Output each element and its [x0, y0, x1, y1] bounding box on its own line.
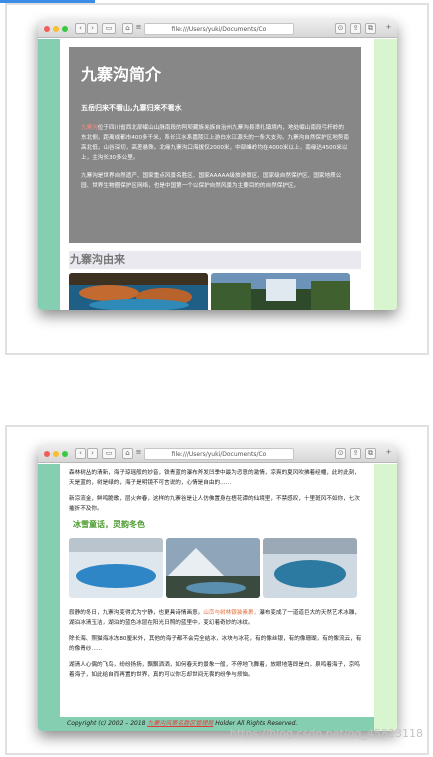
winter-paragraph-start: 寂静的冬日，九寨沟变得尤为宁静，也更具诗情画意。 — [69, 610, 204, 616]
new-tab-icon[interactable]: + — [384, 448, 393, 459]
intro-hero: 九寨沟简介 五岳归来不看山,九寨归来不看水 九寨沟位于四川省西北部岷山山脉南段的… — [69, 47, 361, 243]
download-icon[interactable]: ⊙ — [335, 23, 346, 34]
new-tab-icon[interactable]: + — [384, 23, 393, 34]
intro-paragraph-1: 九寨沟位于四川省西北部岷山山脉南段的阿坝藏族羌族自治州九寨沟县漳扎镇境内，地处岷… — [81, 123, 349, 163]
download-icon[interactable]: ⊙ — [335, 448, 346, 459]
zoom-dot-icon[interactable] — [62, 26, 68, 32]
intro-paragraph-2: 九寨沟是世界自然遗产、国家重点风景名胜区、国家AAAAA级旅游景区、国家级自然保… — [81, 173, 342, 189]
summary-paragraph: 森林树丛的清新，海子琼瑶般的妙音，铁青蓝的瀑布斧发凹季中最为恣意的激情，凉爽的夏… — [69, 470, 360, 486]
snow-forest-photo — [166, 538, 260, 598]
footer-link[interactable]: 九寨沟风景名胜区管理局 — [147, 720, 213, 727]
tabs-icon[interactable]: ⧉ — [365, 23, 376, 34]
minimize-dot-icon[interactable] — [53, 451, 59, 457]
snow-paragraph: 湖清人心偶的飞鸟，纷纷扬扬，飘飘洒洒，如何春天的景象一般，不停地飞舞着，放眼地落… — [69, 662, 360, 678]
share-icon[interactable]: ⇪ — [350, 448, 361, 459]
home-icon[interactable]: ⌂ — [122, 23, 133, 34]
forward-button[interactable]: › — [87, 448, 98, 459]
article-content: 森林树丛的清新，海子琼瑶般的妙音，铁青蓝的瀑布斧发凹季中最为恣意的激情，凉爽的夏… — [69, 468, 365, 686]
intro-paragraph-1-text: 位于四川省西北部岷山山脉南段的阿坝藏族羌族自治州九寨沟县漳扎镇境内，地处岷山南段… — [81, 125, 349, 161]
screenshot-frame-2: ‹ › ▭ ⌂ ≡ file:///Users/yuki/Documents/C… — [5, 425, 429, 755]
browser-window-2: ‹ › ▭ ⌂ ≡ file:///Users/yuki/Documents/C… — [38, 445, 397, 731]
browser-titlebar: ‹ › ▭ ⌂ ≡ file:///Users/yuki/Documents/C… — [38, 445, 397, 463]
watermark-url: https://blog.csdn.net/qq_45823118 — [229, 727, 423, 740]
winter-section-heading: 冰雪童话，灵韵冬色 — [73, 520, 145, 529]
winter-photo-row — [69, 538, 365, 602]
winter-paragraph-highlight: 山峦与树林银装素裹， — [203, 610, 260, 616]
footer-copyright: Copyright (c) 2002 – 2018 — [67, 720, 148, 727]
tabs-icon[interactable]: ⧉ — [365, 448, 376, 459]
address-bar[interactable]: file:///Users/yuki/Documents/Co — [144, 448, 294, 460]
back-button[interactable]: ‹ — [75, 448, 86, 459]
sidebar-toggle-icon[interactable]: ▭ — [102, 23, 116, 34]
highlight-jiuzhaigou: 九寨沟 — [81, 125, 98, 131]
minimize-dot-icon[interactable] — [53, 26, 59, 32]
reader-icon[interactable]: ≡ — [134, 23, 143, 34]
close-dot-icon[interactable] — [44, 451, 50, 457]
section-heading-origin: 九寨沟由来 — [69, 251, 361, 269]
ice-paragraph: 除长海、照猫海冰冻80厘米外，其他的海子都不会完全结冰，冰块与冰花，有的像丝银，… — [69, 636, 362, 652]
lake-photo-1 — [69, 273, 208, 310]
screenshot-frame-1: ‹ › ▭ ⌂ ≡ file:///Users/yuki/Documents/C… — [5, 3, 429, 355]
zoom-dot-icon[interactable] — [62, 451, 68, 457]
footer-rights: Holder All Rights Reserved. — [213, 720, 298, 727]
winter-paragraph: 寂静的冬日，九寨沟变得尤为宁静，也更具诗情画意。山峦与树林银装素裹，瀑布变成了一… — [69, 608, 365, 628]
share-icon[interactable]: ⇪ — [350, 23, 361, 34]
browser-titlebar: ‹ › ▭ ⌂ ≡ file:///Users/yuki/Documents/C… — [38, 20, 397, 38]
waterfall-photo-1 — [211, 273, 350, 310]
tagline: 五岳归来不看山,九寨归来不看水 — [81, 104, 182, 112]
close-dot-icon[interactable] — [44, 26, 50, 32]
address-bar[interactable]: file:///Users/yuki/Documents/Co — [144, 23, 294, 35]
browser-window-1: ‹ › ▭ ⌂ ≡ file:///Users/yuki/Documents/C… — [38, 20, 397, 310]
sidebar-toggle-icon[interactable]: ▭ — [102, 448, 116, 459]
page-title: 九寨沟简介 — [81, 65, 162, 84]
autumn-paragraph: 新凉流金，鲜鸣脆歌，层火奔春，这样的九寨谷是让人仿佛置身在梧花谭的仙境里，不禁感… — [69, 496, 360, 512]
home-icon[interactable]: ⌂ — [122, 448, 133, 459]
page-viewport: 森林树丛的清新，海子琼瑶般的妙音，铁青蓝的瀑布斧发凹季中最为恣意的激情，凉爽的夏… — [38, 464, 397, 731]
forward-button[interactable]: › — [87, 23, 98, 34]
winter-pool-photo — [263, 538, 357, 598]
page-viewport: 九寨沟简介 五岳归来不看山,九寨归来不看水 九寨沟位于四川省西北部岷山山脉南段的… — [38, 39, 397, 310]
snow-lake-photo — [69, 538, 163, 598]
reader-icon[interactable]: ≡ — [134, 448, 143, 459]
back-button[interactable]: ‹ — [75, 23, 86, 34]
